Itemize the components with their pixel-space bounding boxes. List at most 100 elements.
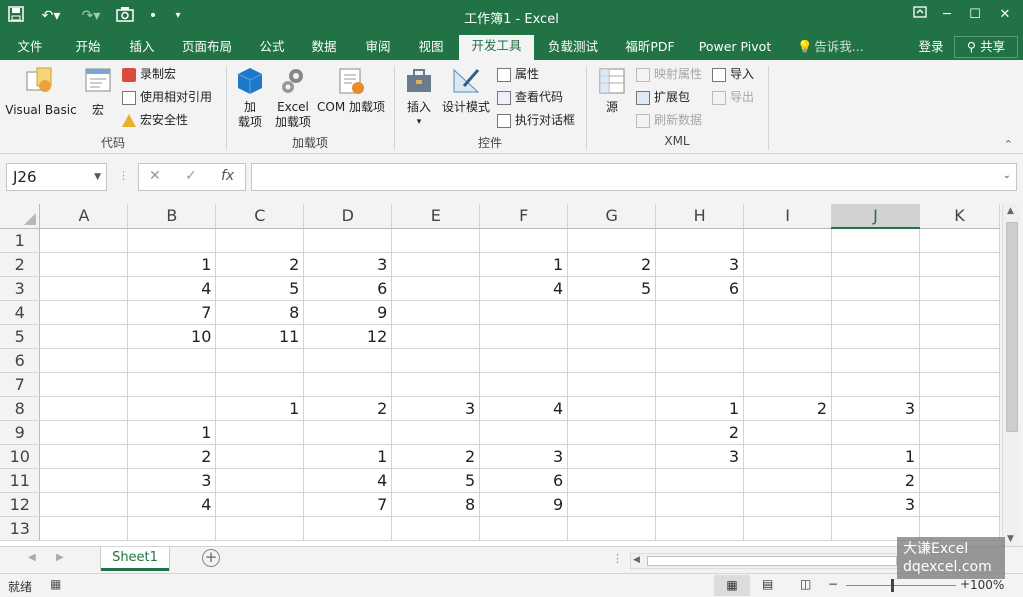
cell[interactable]: 3 [831, 492, 920, 517]
cell[interactable] [215, 516, 305, 541]
tab-review[interactable]: 审阅 [356, 36, 400, 60]
signin-button[interactable]: 登录 [912, 36, 950, 60]
cell[interactable] [39, 492, 129, 517]
cell[interactable]: 2 [391, 444, 481, 469]
tab-insert[interactable]: 插入 [120, 36, 164, 60]
cell[interactable] [567, 372, 657, 397]
tab-developer[interactable]: 开发工具 [459, 35, 534, 60]
cell[interactable] [39, 396, 129, 421]
cell[interactable]: 6 [655, 276, 745, 301]
cell[interactable]: 3 [391, 396, 481, 421]
cell[interactable]: 2 [655, 420, 745, 445]
cell[interactable] [215, 492, 305, 517]
enter-icon[interactable]: ✓ [185, 168, 197, 184]
excel-addins-button[interactable]: Excel 加载项 [272, 66, 314, 130]
cell[interactable] [567, 348, 657, 373]
cell[interactable] [215, 420, 305, 445]
cell[interactable] [655, 372, 745, 397]
cell[interactable]: 4 [479, 396, 569, 421]
cell[interactable] [919, 252, 1000, 277]
cell[interactable] [831, 420, 920, 445]
cell[interactable]: 1 [127, 420, 217, 445]
zoom-out-icon[interactable]: − [828, 577, 838, 591]
map-properties-button[interactable]: 映射属性 [636, 65, 702, 83]
cell[interactable] [919, 468, 1000, 493]
cell[interactable] [743, 492, 833, 517]
tab-file[interactable]: 文件 [8, 36, 52, 60]
cell[interactable] [567, 396, 657, 421]
select-all-corner[interactable] [0, 204, 41, 229]
tab-foxit-pdf[interactable]: 福昕PDF [620, 36, 680, 60]
cell[interactable] [39, 444, 129, 469]
cell[interactable] [391, 252, 481, 277]
visual-basic-button[interactable]: Visual Basic [4, 66, 78, 118]
cell[interactable] [127, 516, 217, 541]
expand-formula-icon[interactable]: ⌄ [1003, 170, 1011, 181]
cell[interactable] [743, 516, 833, 541]
cell[interactable] [479, 324, 569, 349]
addins-button[interactable]: 加 载项 [234, 66, 266, 130]
cell[interactable] [831, 228, 920, 253]
design-mode-button[interactable]: 设计模式 [440, 66, 492, 115]
column-header[interactable]: J [831, 204, 920, 229]
cell[interactable] [303, 420, 393, 445]
run-dialog-button[interactable]: 执行对话框 [497, 111, 575, 129]
prev-sheet-icon[interactable]: ◀ [28, 552, 36, 563]
cell[interactable] [919, 300, 1000, 325]
cell[interactable] [655, 348, 745, 373]
cell[interactable] [743, 372, 833, 397]
record-macro-button[interactable]: 录制宏 [122, 65, 176, 83]
column-header[interactable]: G [567, 204, 657, 229]
row-header[interactable]: 8 [0, 396, 41, 421]
cancel-icon[interactable]: ✕ [149, 168, 161, 184]
cell[interactable] [479, 300, 569, 325]
close-icon[interactable]: ✕ [994, 5, 1016, 25]
cell[interactable] [391, 420, 481, 445]
row-header[interactable]: 5 [0, 324, 41, 349]
cell[interactable] [655, 516, 745, 541]
scroll-down-icon[interactable]: ▼ [1007, 534, 1014, 544]
cell[interactable]: 3 [831, 396, 920, 421]
cell[interactable] [919, 324, 1000, 349]
cell[interactable] [391, 228, 481, 253]
normal-view-icon[interactable]: ▦ [714, 575, 750, 596]
cell[interactable] [567, 492, 657, 517]
cell[interactable] [655, 492, 745, 517]
cell[interactable] [919, 420, 1000, 445]
cell[interactable] [479, 420, 569, 445]
add-sheet-icon[interactable]: + [202, 549, 220, 567]
macro-security-button[interactable]: 宏安全性 [122, 111, 188, 129]
tab-power-pivot[interactable]: Power Pivot [696, 36, 774, 60]
view-code-button[interactable]: 查看代码 [497, 88, 563, 106]
cell[interactable] [655, 468, 745, 493]
cell[interactable] [39, 252, 129, 277]
cell[interactable]: 1 [831, 444, 920, 469]
cell[interactable]: 1 [127, 252, 217, 277]
cell[interactable]: 1 [303, 444, 393, 469]
page-break-view-icon[interactable]: ◫ [800, 577, 811, 591]
tab-view[interactable]: 视图 [409, 36, 453, 60]
cell[interactable] [303, 516, 393, 541]
cell[interactable]: 2 [831, 468, 920, 493]
vertical-scroll-thumb[interactable] [1006, 222, 1018, 432]
cell[interactable] [743, 468, 833, 493]
scroll-left-icon[interactable]: ◀ [633, 555, 640, 565]
cell[interactable]: 2 [215, 252, 305, 277]
macro-record-icon[interactable]: ▦ [50, 577, 61, 591]
row-header[interactable]: 7 [0, 372, 41, 397]
cell[interactable] [743, 252, 833, 277]
tab-page-layout[interactable]: 页面布局 [176, 36, 238, 60]
cell[interactable]: 6 [479, 468, 569, 493]
cell[interactable]: 7 [127, 300, 217, 325]
cell[interactable] [39, 420, 129, 445]
cell[interactable] [39, 468, 129, 493]
cell[interactable]: 4 [127, 492, 217, 517]
cell[interactable] [39, 516, 129, 541]
cell[interactable] [743, 348, 833, 373]
zoom-slider-thumb[interactable] [891, 579, 894, 592]
column-header[interactable]: F [479, 204, 569, 229]
xml-source-button[interactable]: 源 [594, 66, 630, 115]
cell[interactable]: 1 [479, 252, 569, 277]
row-header[interactable]: 6 [0, 348, 41, 373]
row-header[interactable]: 9 [0, 420, 41, 445]
